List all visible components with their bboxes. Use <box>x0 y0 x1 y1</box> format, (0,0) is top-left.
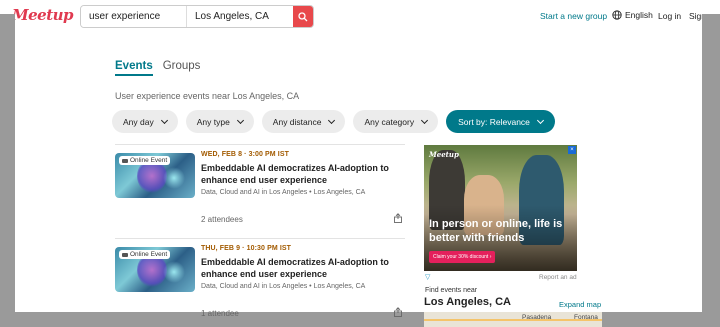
event-thumbnail[interactable]: Online Event <box>115 247 195 292</box>
report-ad-link[interactable]: Report an ad <box>539 274 577 281</box>
search-input[interactable] <box>81 6 187 27</box>
map-label-pasadena: Pasadena <box>522 314 552 321</box>
search-bar <box>80 5 314 28</box>
globe-icon <box>612 10 622 20</box>
share-icon[interactable] <box>393 213 403 223</box>
find-events-near-label: Find events near <box>425 287 478 294</box>
chevron-down-icon <box>236 116 244 124</box>
chevron-down-icon <box>328 116 336 124</box>
filter-type-label: Any type <box>196 116 230 127</box>
event-group: Data, Cloud and AI in Los Angeles • Los … <box>201 189 366 196</box>
meetup-logo[interactable]: Meetup <box>12 6 74 24</box>
thumbnail-art <box>163 167 185 189</box>
language-selector[interactable]: English <box>612 10 653 20</box>
language-label: English <box>625 10 653 20</box>
video-camera-icon <box>122 158 128 163</box>
search-button[interactable] <box>293 6 313 27</box>
sort-label: Sort by: Relevance <box>458 116 530 127</box>
badge-label: Online Event <box>130 251 168 258</box>
thumbnail-art <box>163 261 185 283</box>
filter-bar: Any day Any type Any distance Any catego… <box>112 110 555 133</box>
top-header: Meetup Start a new group English Log in … <box>0 0 720 32</box>
ad-cta-button[interactable]: Claim your 30% discount › <box>429 251 496 263</box>
tab-groups[interactable]: Groups <box>163 60 201 76</box>
badge-label: Online Event <box>130 157 168 164</box>
tab-events[interactable]: Events <box>115 60 153 76</box>
filter-distance[interactable]: Any distance <box>261 110 346 133</box>
event-title[interactable]: Embeddable AI democratizes AI-adoption t… <box>201 256 391 280</box>
event-title[interactable]: Embeddable AI democratizes AI-adoption t… <box>201 162 391 186</box>
expand-map-link[interactable]: Expand map <box>559 300 601 309</box>
close-icon[interactable]: × <box>568 146 576 154</box>
event-attendees: 2 attendees <box>201 215 243 224</box>
event-group: Data, Cloud and AI in Los Angeles • Los … <box>201 283 366 290</box>
filter-day-label: Any day <box>123 116 154 127</box>
event-card[interactable]: Online Event THU, FEB 9 · 10:30 PM IST E… <box>115 239 405 327</box>
ad-choices-icon[interactable]: ▽ <box>425 273 430 281</box>
event-date: THU, FEB 9 · 10:30 PM IST <box>201 245 292 252</box>
results-subtitle: User experience events near Los Angeles,… <box>115 91 300 101</box>
start-new-group-link[interactable]: Start a new group <box>540 11 607 21</box>
backdrop-right <box>702 14 720 327</box>
filter-distance-label: Any distance <box>272 116 322 127</box>
ad-headline: In person or online, life is better with… <box>429 218 563 244</box>
filter-type[interactable]: Any type <box>185 110 254 133</box>
filter-day[interactable]: Any day <box>112 110 178 133</box>
chevron-down-icon <box>421 116 429 124</box>
ad-logo: Meetup <box>429 150 459 159</box>
login-link[interactable]: Log in <box>658 11 681 21</box>
share-icon[interactable] <box>393 307 403 317</box>
backdrop-left <box>0 14 15 327</box>
advertisement[interactable]: Meetup In person or online, life is bett… <box>424 145 577 271</box>
events-map[interactable]: Pasadena Fontana <box>424 312 602 327</box>
online-event-badge: Online Event <box>119 250 171 259</box>
event-date: WED, FEB 8 · 3:00 PM IST <box>201 151 289 158</box>
filter-category[interactable]: Any category <box>353 110 439 133</box>
event-attendees: 1 attendee <box>201 309 239 318</box>
online-event-badge: Online Event <box>119 156 171 165</box>
near-city: Los Angeles, CA <box>424 296 511 308</box>
chevron-down-icon <box>160 116 168 124</box>
map-label-fontana: Fontana <box>574 314 598 321</box>
sort-dropdown[interactable]: Sort by: Relevance <box>446 110 555 133</box>
event-thumbnail[interactable]: Online Event <box>115 153 195 198</box>
chevron-down-icon <box>536 116 544 124</box>
search-icon <box>298 11 308 21</box>
location-input[interactable] <box>187 6 293 27</box>
result-tabs: Events Groups <box>115 60 200 76</box>
filter-category-label: Any category <box>364 116 415 127</box>
video-camera-icon <box>122 252 128 257</box>
event-card[interactable]: Online Event WED, FEB 8 · 3:00 PM IST Em… <box>115 145 405 235</box>
